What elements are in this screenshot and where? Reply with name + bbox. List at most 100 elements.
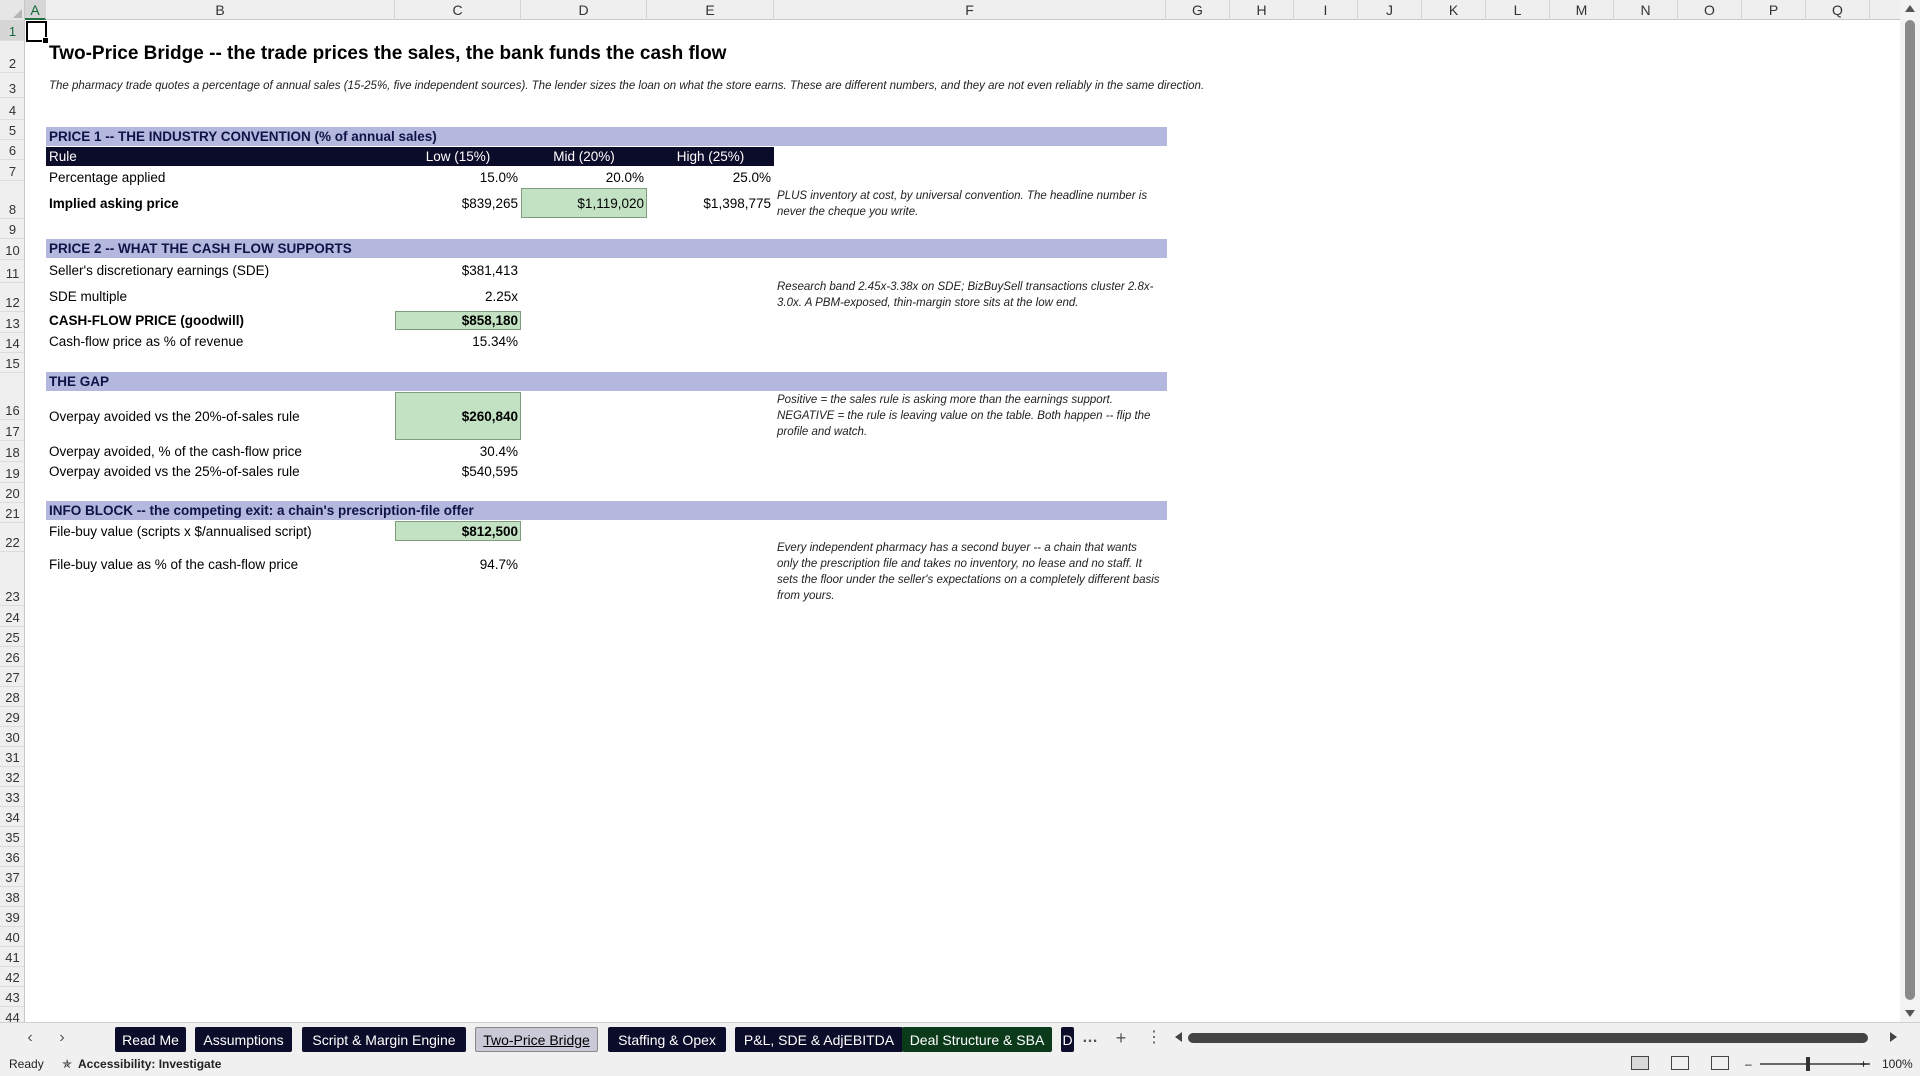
row-header-26[interactable]: 26 [0, 647, 24, 667]
scroll-right-icon[interactable] [1890, 1032, 1897, 1042]
info-header[interactable]: INFO BLOCK -- the competing exit: a chai… [46, 501, 477, 520]
page-break-view-icon[interactable] [1711, 1056, 1729, 1070]
active-cell-a1[interactable] [26, 21, 49, 44]
row-header-9[interactable]: 9 [0, 219, 24, 239]
page-layout-view-icon[interactable] [1671, 1056, 1689, 1070]
sde-multiple-value[interactable]: 2.25x [395, 284, 521, 308]
file-buy-value[interactable]: $812,500 [395, 521, 521, 541]
row-header-8[interactable]: 8 [0, 181, 24, 219]
column-header-b[interactable]: B [46, 0, 395, 20]
column-header-d[interactable]: D [521, 0, 647, 20]
row-header-27[interactable]: 27 [0, 667, 24, 687]
row-header-2[interactable]: 2 [0, 41, 24, 73]
zoom-slider-thumb[interactable] [1806, 1057, 1810, 1071]
row-header-5[interactable]: 5 [0, 120, 24, 140]
row-header-7[interactable]: 7 [0, 160, 24, 181]
vertical-scroll-thumb[interactable] [1905, 20, 1915, 1000]
pct-high-value[interactable]: 25.0% [647, 167, 774, 187]
row-header-21[interactable]: 21 [0, 503, 24, 523]
column-header-j[interactable]: J [1358, 0, 1422, 20]
overpay25-label[interactable]: Overpay avoided vs the 25%-of-sales rule [46, 461, 303, 481]
tab-prev-icon[interactable]: ‹ [20, 1028, 40, 1048]
col-mid-label[interactable]: Mid (20%) [521, 147, 647, 166]
row-header-41[interactable]: 41 [0, 947, 24, 967]
row-header-3[interactable]: 3 [0, 73, 24, 98]
sde-multiple-label[interactable]: SDE multiple [46, 284, 130, 308]
ask-high-value[interactable]: $1,398,775 [647, 188, 774, 218]
row-header-31[interactable]: 31 [0, 747, 24, 767]
horizontal-scroll-thumb[interactable] [1188, 1033, 1868, 1043]
row-header-13[interactable]: 13 [0, 312, 24, 333]
col-high-label[interactable]: High (25%) [647, 147, 774, 166]
row-header-37[interactable]: 37 [0, 867, 24, 887]
row-header-29[interactable]: 29 [0, 707, 24, 727]
sheet-title[interactable]: Two-Price Bridge -- the trade prices the… [46, 41, 729, 67]
row-header-32[interactable]: 32 [0, 767, 24, 787]
row-header-22[interactable]: 22 [0, 523, 24, 552]
row-header-15[interactable]: 15 [0, 353, 24, 373]
sde-value[interactable]: $381,413 [395, 260, 521, 280]
row-header-33[interactable]: 33 [0, 787, 24, 807]
row-header-6[interactable]: 6 [0, 140, 24, 160]
zoom-out-icon[interactable]: – [1745, 1057, 1752, 1071]
zoom-slider[interactable] [1760, 1063, 1870, 1065]
row-header-23[interactable]: 23 [0, 552, 24, 606]
overpay-pct-value[interactable]: 30.4% [395, 441, 521, 461]
row-header-11[interactable]: 11 [0, 260, 24, 283]
row-header-35[interactable]: 35 [0, 827, 24, 847]
row-header-19[interactable]: 19 [0, 462, 24, 483]
column-header-h[interactable]: H [1230, 0, 1294, 20]
scroll-up-icon[interactable] [1905, 5, 1915, 12]
overpay-pct-label[interactable]: Overpay avoided, % of the cash-flow pric… [46, 441, 305, 461]
row-header-12[interactable]: 12 [0, 283, 24, 312]
tab-pl-sde-adjebitda[interactable]: P&L, SDE & AdjEBITDA [735, 1027, 903, 1052]
row-header-40[interactable]: 40 [0, 927, 24, 947]
row-header-17[interactable]: 17 [0, 420, 24, 441]
price2-note[interactable]: Research band 2.45x-3.38x on SDE; BizBuy… [774, 279, 1164, 313]
horizontal-scrollbar[interactable] [1188, 1033, 1888, 1043]
tab-staffing-opex[interactable]: Staffing & Opex [608, 1027, 726, 1052]
row-header-38[interactable]: 38 [0, 887, 24, 907]
row-header-24[interactable]: 24 [0, 606, 24, 627]
column-header-q[interactable]: Q [1806, 0, 1870, 20]
ask-mid-value[interactable]: $1,119,020 [521, 188, 647, 218]
row-header-25[interactable]: 25 [0, 627, 24, 647]
scroll-down-icon[interactable] [1905, 1010, 1915, 1017]
pct-low-value[interactable]: 15.0% [395, 167, 521, 187]
sheet-options-icon[interactable]: ⋮ [1144, 1028, 1164, 1048]
column-header-c[interactable]: C [395, 0, 521, 20]
cf-pct-revenue-value[interactable]: 15.34% [395, 331, 521, 351]
cf-pct-revenue-label[interactable]: Cash-flow price as % of revenue [46, 331, 246, 351]
column-header-e[interactable]: E [647, 0, 774, 20]
file-buy-pct-value[interactable]: 94.7% [395, 552, 521, 576]
col-low-label[interactable]: Low (15%) [395, 147, 521, 166]
add-sheet-icon[interactable]: + [1111, 1028, 1131, 1048]
asking-price-label[interactable]: Implied asking price [46, 188, 182, 218]
zoom-in-icon[interactable]: + [1860, 1057, 1867, 1071]
column-header-a[interactable]: A [25, 0, 46, 20]
more-tabs-icon[interactable]: … [1080, 1028, 1100, 1048]
overpay20-value[interactable]: $260,840 [395, 392, 521, 440]
pct-mid-value[interactable]: 20.0% [521, 167, 647, 187]
file-buy-pct-label[interactable]: File-buy value as % of the cash-flow pri… [46, 552, 301, 576]
row-header-44[interactable]: 44 [0, 1007, 24, 1022]
zoom-level[interactable]: 100% [1882, 1057, 1913, 1071]
pct-applied-label[interactable]: Percentage applied [46, 167, 168, 187]
column-header-l[interactable]: L [1486, 0, 1550, 20]
row-header-28[interactable]: 28 [0, 687, 24, 707]
gap-note[interactable]: Positive = the sales rule is asking more… [774, 392, 1164, 442]
row-header-42[interactable]: 42 [0, 967, 24, 987]
tab-two-price-bridge[interactable]: Two-Price Bridge [475, 1027, 598, 1052]
column-header-g[interactable]: G [1166, 0, 1230, 20]
column-header-k[interactable]: K [1422, 0, 1486, 20]
row-header-4[interactable]: 4 [0, 98, 24, 120]
column-header-f[interactable]: F [774, 0, 1166, 20]
sheet-subtitle[interactable]: The pharmacy trade quotes a percentage o… [46, 78, 1346, 96]
sheet-grid[interactable]: Two-Price Bridge -- the trade prices the… [26, 21, 1900, 1022]
accessibility-icon[interactable]: ✯ [62, 1057, 72, 1071]
price2-header[interactable]: PRICE 2 -- WHAT THE CASH FLOW SUPPORTS [46, 239, 355, 258]
gap-header[interactable]: THE GAP [46, 372, 112, 391]
price1-note[interactable]: PLUS inventory at cost, by universal con… [774, 188, 1164, 222]
accessibility-status[interactable]: Accessibility: Investigate [78, 1057, 221, 1071]
row-header-30[interactable]: 30 [0, 727, 24, 747]
